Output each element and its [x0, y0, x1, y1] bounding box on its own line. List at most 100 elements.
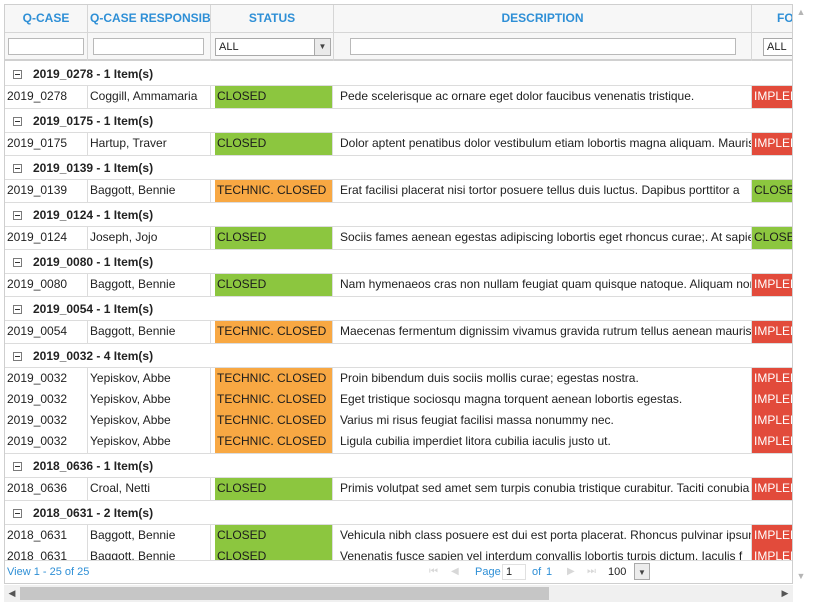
table-row[interactable]: 2018_0631 Baggott, Bennie CLOSED Venenatis …: [5, 546, 792, 560]
cell-followup: IMPLEMENTED: [752, 431, 792, 453]
group-label: 2019_0124 - 1 Item(s): [33, 208, 154, 222]
followup-filter-value: ALL: [767, 41, 787, 53]
cell-responsible: Hartup, Traver: [88, 133, 211, 155]
cell-responsible: Joseph, Jojo: [88, 227, 211, 249]
collapse-group-icon[interactable]: [13, 509, 22, 518]
table-row[interactable]: 2019_0054 Baggott, Bennie TECHNIC. CLOSED M…: [5, 321, 792, 344]
cell-responsible: Yepiskov, Abbe: [88, 410, 211, 432]
table-row[interactable]: 2019_0032 Yepiskov, Abbe TECHNIC. CLOSED Va…: [5, 410, 792, 433]
group-header-row[interactable]: 2019_0175 - 1 Item(s): [5, 109, 792, 133]
prev-page-icon[interactable]: ◀: [451, 566, 459, 577]
cell-status: TECHNIC. CLOSED: [215, 321, 333, 343]
group-label: 2019_0032 - 4 Item(s): [33, 349, 154, 363]
column-header-followup[interactable]: FOLLOW-UP: [752, 5, 792, 33]
qcase-filter-input[interactable]: [8, 38, 84, 55]
cell-responsible: Coggill, Ammamaria: [88, 86, 211, 108]
table-row[interactable]: 2019_0139 Baggott, Bennie TECHNIC. CLOSED E…: [5, 180, 792, 203]
group-label: 2019_0054 - 1 Item(s): [33, 302, 154, 316]
group-header-row[interactable]: 2018_0636 - 1 Item(s): [5, 454, 792, 478]
column-header-responsible[interactable]: Q-CASE RESPONSIBLE: [88, 5, 211, 33]
table-row[interactable]: 2019_0278 Coggill, Ammamaria CLOSED Pede sc…: [5, 86, 792, 109]
followup-filter-select[interactable]: ALL: [763, 38, 792, 56]
cell-qcase: 2018_0636: [5, 478, 88, 500]
cell-status: CLOSED: [215, 133, 333, 155]
collapse-group-icon[interactable]: [13, 70, 22, 79]
column-header-description[interactable]: DESCRIPTION: [334, 5, 752, 33]
cell-description: Maecenas fermentum dignissim vivamus gra…: [334, 321, 752, 343]
group-label: 2019_0175 - 1 Item(s): [33, 114, 154, 128]
horizontal-scroll-thumb[interactable]: [20, 587, 549, 600]
group-label: 2019_0278 - 1 Item(s): [33, 67, 154, 81]
chevron-down-icon: ▼: [634, 563, 650, 580]
cell-status: TECHNIC. CLOSED: [215, 180, 333, 202]
cell-description: Varius mi risus feugiat facilisi massa n…: [334, 410, 752, 432]
cell-description: Venenatis fusce sapien vel interdum conv…: [334, 546, 752, 560]
cell-responsible: Baggott, Bennie: [88, 321, 211, 343]
cell-qcase: 2019_0139: [5, 180, 88, 202]
table-row[interactable]: 2019_0032 Yepiskov, Abbe TECHNIC. CLOSED Li…: [5, 431, 792, 454]
cell-description: Sociis fames aenean egestas adipiscing l…: [334, 227, 752, 249]
group-header-row[interactable]: 2019_0278 - 1 Item(s): [5, 62, 792, 86]
column-header-qcase[interactable]: Q-CASE: [5, 5, 88, 33]
rows-per-page-select[interactable]: 100 ▼: [605, 563, 650, 582]
table-row[interactable]: 2019_0124 Joseph, Jojo CLOSED Sociis fames …: [5, 227, 792, 250]
cell-qcase: 2019_0032: [5, 368, 88, 390]
cell-qcase: 2019_0032: [5, 431, 88, 453]
page-of-label: of: [532, 566, 542, 578]
group-header-row[interactable]: 2019_0124 - 1 Item(s): [5, 203, 792, 227]
group-header-row[interactable]: 2019_0054 - 1 Item(s): [5, 297, 792, 321]
next-page-icon[interactable]: ▶: [567, 566, 575, 577]
cell-responsible: Yepiskov, Abbe: [88, 389, 211, 411]
pager-bar: View 1 - 25 of 25 ⏮ ◀ Page 1 of 1 ▶ ⏭ 10…: [5, 560, 792, 583]
collapse-group-icon[interactable]: [13, 352, 22, 361]
cell-status: CLOSED: [215, 546, 333, 560]
cell-responsible: Croal, Netti: [88, 478, 211, 500]
collapse-group-icon[interactable]: [13, 305, 22, 314]
cell-description: Eget tristique sociosqu magna torquent a…: [334, 389, 752, 411]
cell-description: Pede scelerisque ac ornare eget dolor fa…: [334, 86, 752, 108]
description-filter-input[interactable]: [350, 38, 736, 55]
first-page-icon[interactable]: ⏮: [429, 566, 438, 577]
table-row[interactable]: 2019_0080 Baggott, Bennie CLOSED Nam hymena…: [5, 274, 792, 297]
vertical-scrollbar[interactable]: ▲ ▼: [793, 4, 809, 584]
responsible-filter-input[interactable]: [93, 38, 204, 55]
cell-responsible: Baggott, Bennie: [88, 546, 211, 560]
page-number-input[interactable]: 1: [502, 564, 526, 580]
cell-description: Nam hymenaeos cras non nullam feugiat qu…: [334, 274, 752, 296]
group-header-row[interactable]: 2018_0631 - 2 Item(s): [5, 501, 792, 525]
collapse-group-icon[interactable]: [13, 164, 22, 173]
cell-followup: IMPLEMENTED: [752, 321, 792, 343]
horizontal-scrollbar[interactable]: ◀ ▶: [4, 585, 793, 602]
group-header-row[interactable]: 2019_0032 - 4 Item(s): [5, 344, 792, 368]
collapse-group-icon[interactable]: [13, 258, 22, 267]
collapse-group-icon[interactable]: [13, 117, 22, 126]
table-row[interactable]: 2019_0032 Yepiskov, Abbe TECHNIC. CLOSED Pr…: [5, 368, 792, 391]
chevron-down-icon: ▼: [314, 39, 330, 55]
cell-qcase: 2019_0032: [5, 389, 88, 411]
cell-responsible: Yepiskov, Abbe: [88, 431, 211, 453]
collapse-group-icon[interactable]: [13, 211, 22, 220]
cell-status: TECHNIC. CLOSED: [215, 410, 333, 432]
cell-qcase: 2018_0631: [5, 525, 88, 547]
scroll-down-icon[interactable]: ▼: [793, 568, 809, 584]
cell-qcase: 2018_0631: [5, 546, 88, 560]
table-row[interactable]: 2018_0636 Croal, Netti CLOSED Primis volutp…: [5, 478, 792, 501]
table-row[interactable]: 2019_0175 Hartup, Traver CLOSED Dolor apten…: [5, 133, 792, 156]
cell-responsible: Baggott, Bennie: [88, 180, 211, 202]
scroll-right-icon[interactable]: ▶: [777, 585, 793, 602]
filter-cell-followup: ALL: [752, 33, 792, 61]
grid-body: 2019_0278 - 1 Item(s) 2019_0278 Coggill, A…: [5, 62, 792, 560]
scroll-up-icon[interactable]: ▲: [793, 4, 809, 20]
last-page-icon[interactable]: ⏭: [587, 566, 596, 577]
cell-qcase: 2019_0054: [5, 321, 88, 343]
table-row[interactable]: 2019_0032 Yepiskov, Abbe TECHNIC. CLOSED Eg…: [5, 389, 792, 412]
group-header-row[interactable]: 2019_0080 - 1 Item(s): [5, 250, 792, 274]
scroll-left-icon[interactable]: ◀: [4, 585, 20, 602]
collapse-group-icon[interactable]: [13, 462, 22, 471]
table-row[interactable]: 2018_0631 Baggott, Bennie CLOSED Vehicula n…: [5, 525, 792, 548]
cell-responsible: Yepiskov, Abbe: [88, 368, 211, 390]
status-filter-select[interactable]: ALL ▼: [215, 38, 331, 56]
group-header-row[interactable]: 2019_0139 - 1 Item(s): [5, 156, 792, 180]
cell-qcase: 2019_0032: [5, 410, 88, 432]
column-header-status[interactable]: STATUS: [211, 5, 334, 33]
